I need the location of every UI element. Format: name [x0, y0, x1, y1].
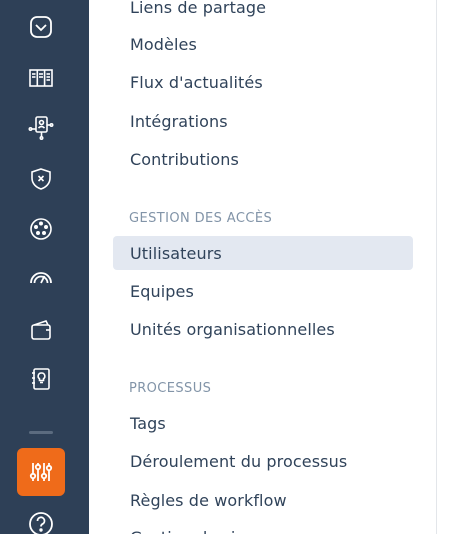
shield-x-icon[interactable] — [22, 160, 60, 198]
menu-item-news-feed[interactable]: Flux d'actualités — [113, 65, 413, 99]
palette-icon[interactable] — [22, 210, 60, 248]
menu-item-share-links[interactable]: Liens de partage — [113, 0, 413, 24]
help-icon[interactable] — [22, 505, 60, 534]
menu-item-teams[interactable]: Equipes — [113, 274, 413, 308]
menu-item-org-units[interactable]: Unités organisationnelles — [113, 312, 413, 346]
section-title-process: PROCESSUS — [129, 380, 212, 396]
kanban-board-icon[interactable] — [22, 59, 60, 97]
menu-item-workflow-rules[interactable]: Règles de workflow — [113, 483, 413, 517]
menu-item-templates[interactable]: Modèles — [113, 27, 413, 61]
wallet-icon[interactable] — [22, 311, 60, 349]
rail-divider — [29, 431, 53, 434]
content-area — [437, 0, 462, 534]
menu-item-management[interactable]: Gestion des i — [113, 520, 413, 534]
settings-menu-panel: Liens de partage Modèles Flux d'actualit… — [89, 0, 437, 534]
section-title-access-management: GESTION DES ACCÈS — [129, 210, 273, 226]
menu-item-integrations[interactable]: Intégrations — [113, 104, 413, 138]
network-person-icon[interactable] — [22, 108, 60, 146]
menu-item-contributions[interactable]: Contributions — [113, 142, 413, 176]
sidebar-rail — [0, 0, 89, 534]
lightbulb-book-icon[interactable] — [22, 360, 60, 398]
menu-item-process-flow[interactable]: Déroulement du processus — [113, 444, 413, 478]
settings-sliders-icon[interactable] — [17, 448, 65, 496]
checkmark-badge-icon[interactable] — [22, 8, 60, 46]
menu-item-users[interactable]: Utilisateurs — [113, 236, 413, 270]
speedometer-icon[interactable] — [22, 258, 60, 296]
menu-item-tags[interactable]: Tags — [113, 406, 413, 440]
